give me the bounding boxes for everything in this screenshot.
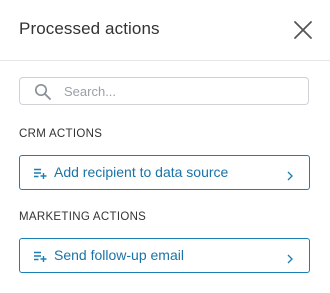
search-icon <box>34 83 52 101</box>
playlist-add-icon <box>34 250 48 262</box>
section-label-crm-actions: CRM ACTIONS <box>19 128 103 140</box>
close-icon[interactable] <box>292 19 314 41</box>
processed-actions-panel: Processed actions CRM ACTIONS Add recipi… <box>0 0 330 293</box>
header-divider <box>0 60 330 61</box>
action-label: Send follow-up email <box>54 247 184 263</box>
chevron-right-icon <box>287 168 293 181</box>
action-send-follow-up-email[interactable]: Send follow-up email <box>19 238 310 273</box>
panel-title: Processed actions <box>19 19 160 38</box>
panel-header: Processed actions <box>0 0 330 60</box>
chevron-right-icon <box>287 251 293 264</box>
action-label: Add recipient to data source <box>54 164 229 180</box>
search-input[interactable] <box>64 78 300 104</box>
playlist-add-icon <box>34 167 48 179</box>
action-add-recipient-to-data-source[interactable]: Add recipient to data source <box>19 155 310 190</box>
section-label-marketing-actions: MARKETING ACTIONS <box>19 211 147 223</box>
search-box[interactable] <box>19 77 309 105</box>
